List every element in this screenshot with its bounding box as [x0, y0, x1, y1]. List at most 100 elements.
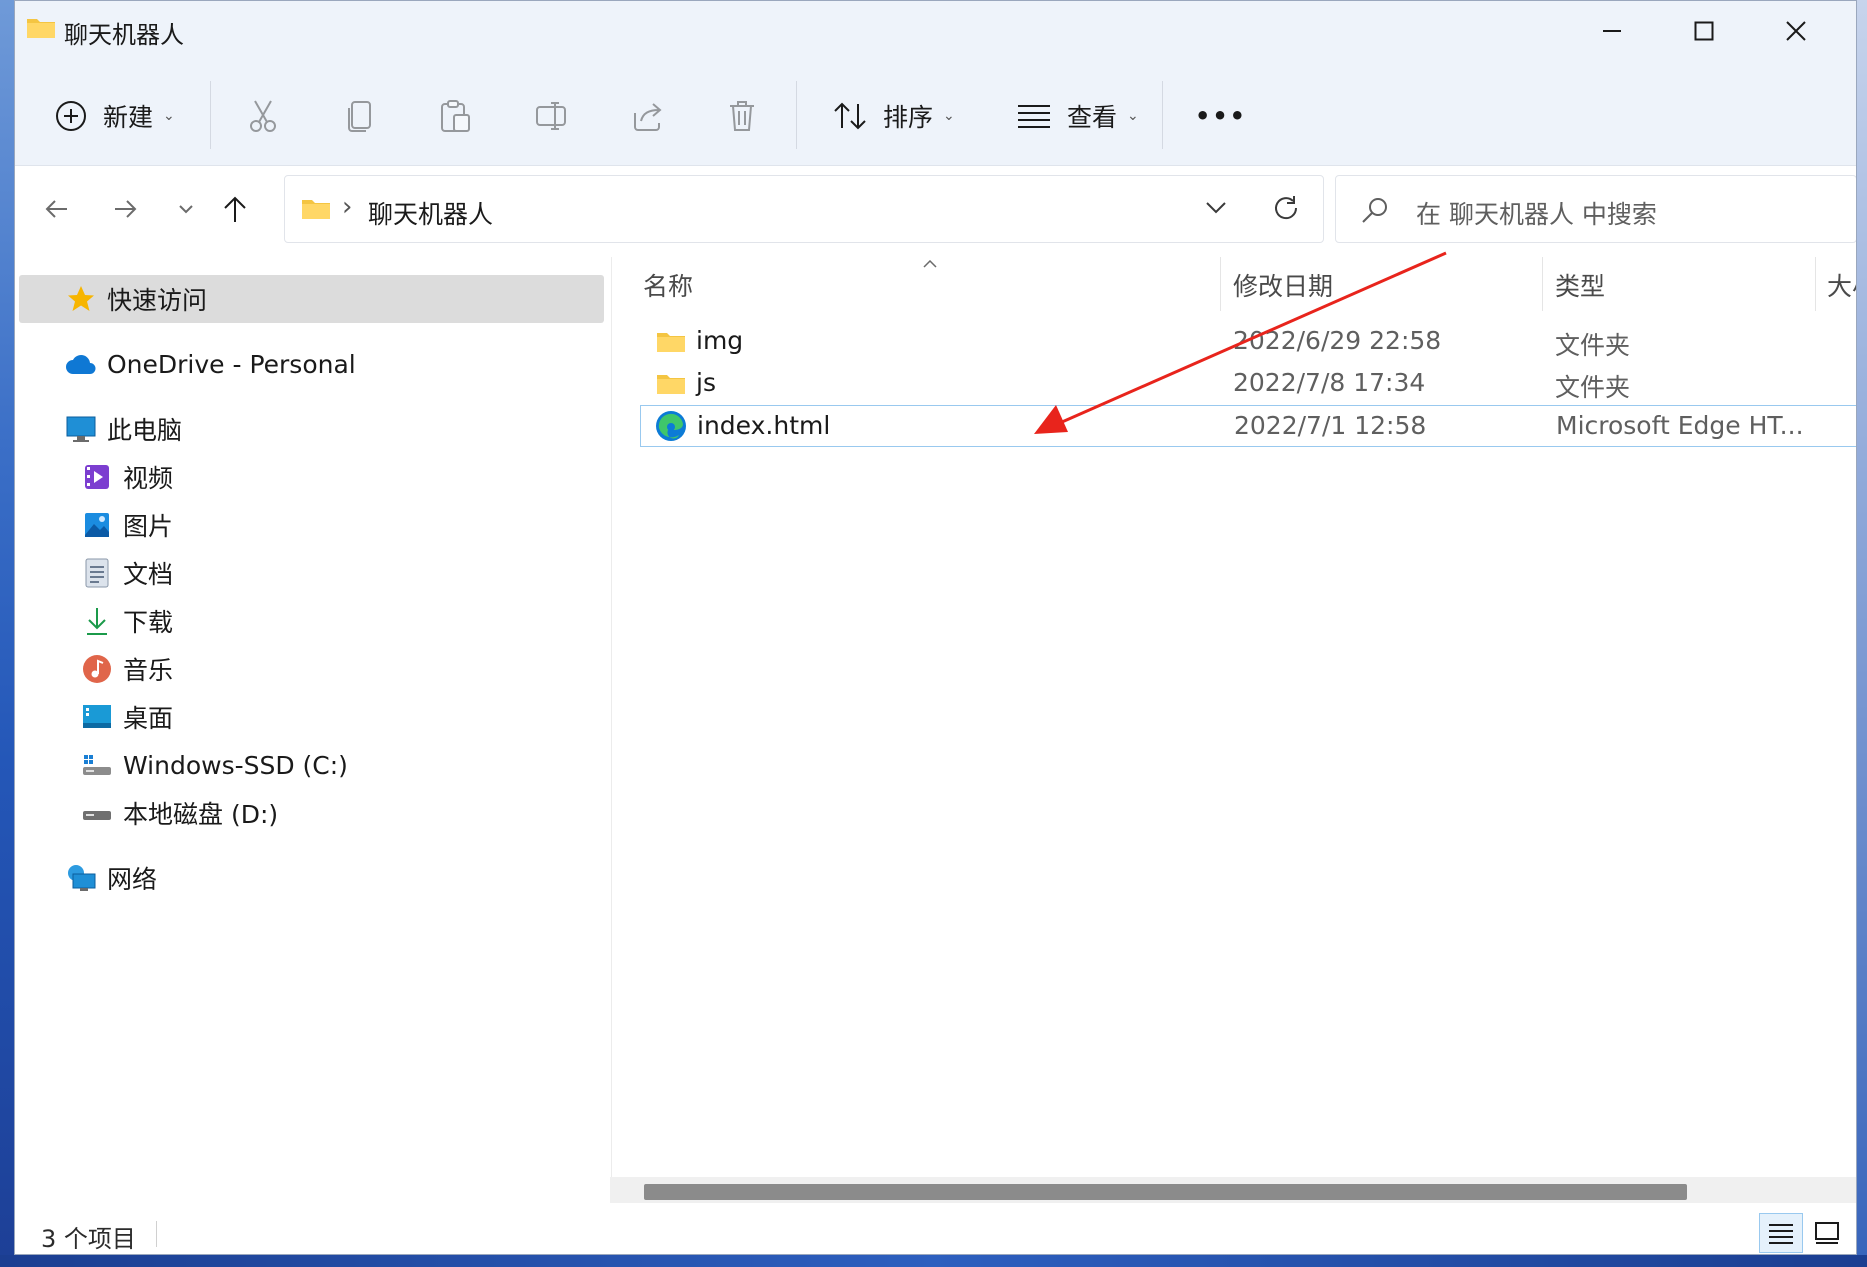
refresh-icon[interactable] — [1272, 194, 1300, 226]
arrow-right-icon — [115, 200, 137, 218]
cut-button[interactable] — [247, 91, 279, 141]
sidebar-item-quick-access[interactable]: 快速访问 — [65, 275, 207, 323]
breadcrumb-current[interactable]: 聊天机器人 — [368, 195, 493, 231]
sidebar-item-label: 视频 — [123, 464, 174, 493]
file-name: js — [696, 368, 716, 397]
sidebar-item-label: 网络 — [107, 865, 158, 894]
sidebar-item-videos[interactable]: 视频 — [81, 453, 173, 501]
file-type: 文件夹 — [1555, 331, 1631, 360]
sidebar-item-drive-c[interactable]: Windows-SSD (C:) — [81, 741, 348, 789]
folder-icon — [26, 15, 56, 39]
address-bar[interactable]: › 聊天机器人 — [284, 175, 1324, 243]
file-type: 文件夹 — [1555, 373, 1631, 402]
sort-icon — [834, 102, 866, 130]
download-icon — [81, 605, 113, 637]
navigation-pane: 快速访问 OneDrive - Personal 此电脑 视频 图片 文档 下载… — [15, 257, 612, 1187]
delete-icon — [730, 101, 754, 131]
scrollbar-thumb[interactable] — [644, 1184, 1687, 1200]
status-divider — [156, 1221, 157, 1247]
network-icon — [65, 862, 97, 894]
more-options-button[interactable]: ••• — [1195, 91, 1247, 141]
share-button[interactable] — [631, 91, 665, 141]
up-button[interactable] — [215, 189, 255, 229]
folder-icon — [656, 371, 686, 399]
desktop-icon — [81, 701, 113, 733]
details-view-icon — [1769, 1224, 1793, 1244]
add-icon — [56, 101, 86, 131]
sidebar-item-documents[interactable]: 文档 — [81, 549, 173, 597]
sidebar-item-label: 此电脑 — [107, 416, 183, 445]
sort-button[interactable]: 排序 ⌄ — [833, 91, 955, 141]
sidebar-item-music[interactable]: 音乐 — [81, 645, 173, 693]
sidebar-item-this-pc[interactable]: 此电脑 — [65, 405, 182, 453]
new-label: 新建 — [103, 103, 154, 132]
edge-icon — [655, 410, 687, 446]
search-box[interactable]: 在 聊天机器人 中搜索 — [1335, 175, 1856, 243]
chevron-down-icon — [179, 205, 193, 214]
column-header-type[interactable]: 类型 — [1555, 265, 1605, 305]
pictures-icon — [81, 509, 113, 541]
item-count: 3 个项目 — [41, 1225, 136, 1253]
sidebar-item-pictures[interactable]: 图片 — [81, 501, 173, 549]
sidebar-item-network[interactable]: 网络 — [65, 854, 157, 902]
sidebar-item-label: OneDrive - Personal — [107, 349, 356, 379]
sidebar-item-downloads[interactable]: 下载 — [81, 597, 173, 645]
cut-icon — [250, 100, 276, 132]
file-row[interactable]: img 2022/6/29 22:58 文件夹 — [640, 320, 1856, 362]
column-header-label: 类型 — [1555, 272, 1606, 301]
close-button[interactable] — [1750, 1, 1842, 61]
sidebar-item-label: 桌面 — [123, 704, 174, 733]
minimize-icon — [1603, 30, 1621, 32]
details-view-button[interactable] — [1759, 1213, 1803, 1253]
column-header-modified[interactable]: 修改日期 — [1233, 265, 1333, 305]
large-icons-view-button[interactable] — [1805, 1213, 1849, 1253]
window-title: 聊天机器人 — [64, 21, 184, 49]
search-placeholder: 在 聊天机器人 中搜索 — [1416, 200, 1657, 229]
column-header-name[interactable]: 名称 — [643, 265, 693, 305]
desktop-background-bottom — [0, 1255, 1867, 1267]
column-divider[interactable] — [1220, 257, 1221, 311]
file-row[interactable]: js 2022/7/8 17:34 文件夹 — [640, 362, 1856, 404]
pane-divider[interactable] — [611, 257, 612, 1187]
documents-icon — [81, 557, 113, 589]
large-icons-view-icon — [1815, 1222, 1839, 1244]
toolbar-divider — [1162, 81, 1163, 149]
back-button[interactable] — [37, 189, 77, 229]
toolbar-divider — [796, 81, 797, 149]
recent-locations-button[interactable] — [166, 189, 206, 229]
folder-icon — [656, 329, 686, 357]
sidebar-item-label: 本地磁盘 (D:) — [123, 800, 279, 829]
copy-button[interactable] — [345, 91, 375, 141]
sidebar-item-label: 文档 — [123, 560, 174, 589]
new-button[interactable]: 新建 ⌄ — [55, 91, 175, 141]
view-button[interactable]: 查看 ⌄ — [1017, 91, 1139, 141]
column-divider[interactable] — [1815, 257, 1816, 311]
column-divider[interactable] — [1542, 257, 1543, 311]
sidebar-item-drive-d[interactable]: 本地磁盘 (D:) — [81, 789, 278, 837]
more-icon: ••• — [1195, 102, 1248, 130]
view-label: 查看 — [1067, 103, 1118, 132]
forward-button[interactable] — [105, 189, 145, 229]
sidebar-item-label: 快速访问 — [107, 286, 208, 315]
sidebar-item-label: 下载 — [123, 608, 174, 637]
status-bar: 3 个项目 — [15, 1211, 1856, 1254]
chevron-down-icon[interactable] — [1205, 200, 1227, 219]
maximize-button[interactable] — [1658, 1, 1750, 61]
column-header-size[interactable]: 大小 — [1827, 265, 1856, 305]
delete-button[interactable] — [727, 91, 757, 141]
sort-ascending-indicator — [923, 253, 937, 272]
drive-d-icon — [81, 797, 113, 829]
command-bar: 新建 ⌄ 排序 ⌄ 查看 ⌄ ••• — [15, 61, 1856, 166]
minimize-button[interactable] — [1566, 1, 1658, 61]
rename-button[interactable] — [535, 91, 569, 141]
folder-icon — [301, 196, 331, 224]
breadcrumb-separator: › — [342, 192, 353, 222]
paste-icon — [441, 100, 470, 132]
sidebar-item-desktop[interactable]: 桌面 — [81, 693, 173, 741]
sidebar-item-onedrive[interactable]: OneDrive - Personal — [65, 340, 356, 388]
file-name: img — [696, 326, 744, 355]
star-icon — [65, 283, 97, 315]
file-row[interactable]: index.html 2022/7/1 12:58 Microsoft Edge… — [640, 405, 1856, 447]
paste-button[interactable] — [439, 91, 471, 141]
file-explorer-window: 聊天机器人 新建 ⌄ 排序 ⌄ 查看 ⌄ ••• › 聊天机器人 在 聊天机器人… — [14, 0, 1857, 1255]
